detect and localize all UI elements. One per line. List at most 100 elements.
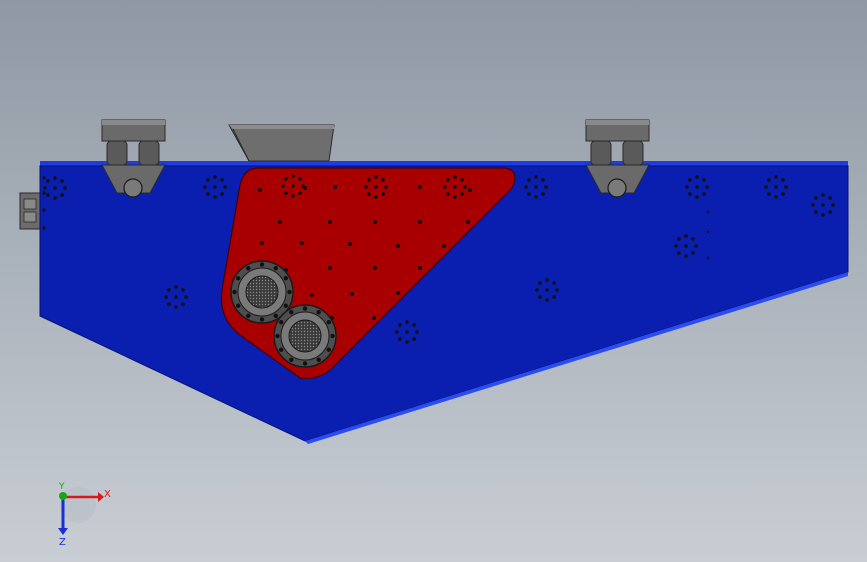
bolt-hole: [828, 196, 832, 200]
bolt-hole: [348, 242, 352, 246]
bolt-hole: [405, 330, 409, 334]
bolt-hole: [213, 185, 217, 189]
bolt-hole: [527, 192, 531, 196]
bolt-hole: [284, 191, 288, 195]
bolt-hole: [42, 208, 46, 212]
bolt-hole: [695, 175, 699, 179]
bolt-hole: [534, 195, 538, 199]
bolt-hole: [278, 220, 282, 224]
bolt-hole: [552, 281, 556, 285]
bolt-hole: [767, 178, 771, 182]
bolt-hole: [53, 196, 57, 200]
bolt-hole: [781, 192, 785, 196]
bolt-hole: [291, 194, 295, 198]
bolt-hole: [685, 185, 689, 189]
bolt-hole: [466, 220, 470, 224]
bolt-hole: [373, 220, 377, 224]
bolt-hole: [223, 185, 227, 189]
motor-bolt: [302, 361, 308, 366]
motor-bolt: [232, 289, 237, 295]
motor-bolt: [235, 303, 241, 308]
bolt-hole: [42, 191, 46, 195]
bolt-hole: [328, 220, 332, 224]
bolt-hole: [784, 185, 788, 189]
bolt-hole: [545, 298, 549, 302]
bolt-hole: [373, 266, 377, 270]
bolt-hole: [60, 193, 64, 197]
bolt-hole: [328, 266, 332, 270]
motor-bolt: [326, 347, 332, 352]
bolt-hole: [167, 302, 171, 306]
bolt-hole: [53, 176, 57, 180]
bolt-hole: [524, 185, 528, 189]
bolt-hole: [460, 178, 464, 182]
bolt-hole: [181, 288, 185, 292]
motor-bolt: [330, 333, 335, 339]
motor-bolt: [316, 357, 321, 363]
bolt-hole: [60, 179, 64, 183]
bolt-hole: [350, 292, 354, 296]
bolt-hole: [446, 178, 450, 182]
motor-bolt: [326, 320, 332, 325]
bolt-hole: [206, 178, 210, 182]
bolt-hole: [535, 288, 539, 292]
bolt-hole: [184, 295, 188, 299]
bolt-hole: [374, 195, 378, 199]
bolt-hole: [691, 251, 695, 255]
bolt-hole: [405, 340, 409, 344]
bolt-hole: [203, 185, 207, 189]
motor-bolt: [246, 313, 251, 319]
bolt-hole: [446, 192, 450, 196]
bolt-hole: [821, 213, 825, 217]
bolt-hole: [527, 178, 531, 182]
bolt-hole: [767, 192, 771, 196]
bolt-hole: [706, 230, 710, 234]
bolt-hole: [384, 185, 388, 189]
bolt-hole: [300, 241, 304, 245]
bolt-hole: [310, 293, 314, 297]
vibration-motor-lower[interactable]: [273, 304, 337, 368]
bolt-hole: [220, 178, 224, 182]
model-view[interactable]: X Y Z: [0, 0, 867, 562]
motor-bolt: [259, 317, 265, 322]
bolt-hole: [706, 256, 710, 260]
motor-bolt: [283, 303, 289, 308]
bolt-hole: [544, 185, 548, 189]
motor-bolt: [275, 333, 280, 339]
graphics-viewport[interactable]: X Y Z: [0, 0, 867, 562]
y-axis-arrow: [59, 492, 67, 500]
bolt-hole: [677, 237, 681, 241]
x-axis-label: X: [104, 489, 111, 500]
bolt-hole: [367, 178, 371, 182]
bolt-hole: [284, 177, 288, 181]
bolt-hole: [695, 195, 699, 199]
feed-hopper[interactable]: [228, 124, 335, 162]
bolt-hole: [538, 295, 542, 299]
motor-bolt: [273, 265, 278, 271]
bolt-hole: [206, 192, 210, 196]
bolt-hole: [684, 254, 688, 258]
bolt-hole: [291, 184, 295, 188]
bolt-hole: [412, 323, 416, 327]
bolt-hole: [405, 320, 409, 324]
bolt-hole: [298, 191, 302, 195]
bolt-hole: [381, 192, 385, 196]
motor-bolt: [278, 347, 284, 352]
side-bracket[interactable]: [19, 192, 43, 230]
bolt-hole: [418, 266, 422, 270]
bolt-hole: [333, 185, 337, 189]
motor-bolt: [283, 276, 289, 281]
bolt-hole: [213, 175, 217, 179]
bolt-hole: [453, 185, 457, 189]
bolt-hole: [453, 195, 457, 199]
bolt-hole: [443, 185, 447, 189]
bolt-hole: [213, 195, 217, 199]
motor-bolt: [235, 276, 241, 281]
bolt-hole: [695, 185, 699, 189]
motor-bolt: [302, 306, 308, 311]
bolt-hole: [418, 220, 422, 224]
bolt-hole: [774, 185, 778, 189]
bolt-hole: [174, 295, 178, 299]
bolt-hole: [42, 226, 46, 230]
bolt-hole: [418, 185, 422, 189]
